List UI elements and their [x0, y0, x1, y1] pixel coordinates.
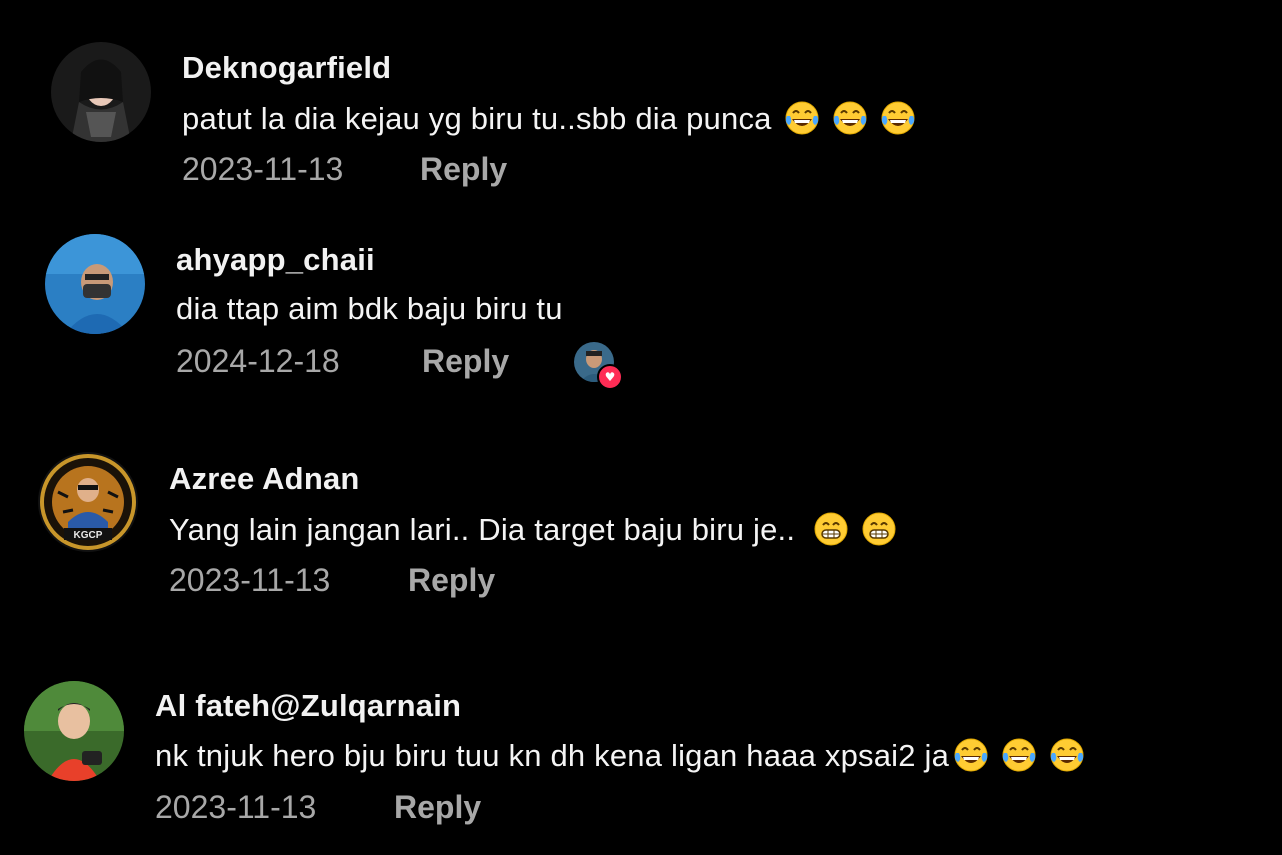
tears-of-joy-icon	[953, 737, 989, 773]
comment-date: 2024-12-18	[176, 343, 340, 379]
tears-of-joy-icon	[880, 100, 916, 136]
comment-date: 2023-11-13	[182, 151, 344, 187]
user-avatar[interactable]	[24, 681, 124, 781]
grinning-face-icon	[813, 511, 849, 547]
comment-text: nk tnjuk hero bju biru tuu kn dh kena li…	[155, 737, 1085, 774]
comment-username[interactable]: Al fateh@Zulqarnain	[155, 688, 461, 724]
user-avatar[interactable]: KGCP	[38, 452, 138, 552]
comment-text: Yang lain jangan lari.. Dia target baju …	[169, 511, 897, 548]
comment-date: 2023-11-13	[155, 789, 317, 825]
comment-text-content: nk tnjuk hero bju biru tuu kn dh kena li…	[155, 738, 950, 773]
grinning-face-icon	[861, 511, 897, 547]
tears-of-joy-icon	[784, 100, 820, 136]
heart-icon: ♥	[597, 364, 623, 390]
reply-button[interactable]: Reply	[394, 789, 481, 826]
user-avatar[interactable]	[51, 42, 151, 142]
comment-username[interactable]: Deknogarfield	[182, 50, 391, 86]
comment-text-content: dia ttap aim bdk baju biru tu	[176, 291, 563, 326]
comment-text: dia ttap aim bdk baju biru tu	[176, 291, 563, 327]
comment-username[interactable]: ahyapp_chaii	[176, 242, 375, 278]
comment-text-content: Yang lain jangan lari.. Dia target baju …	[169, 512, 796, 547]
tears-of-joy-icon	[1001, 737, 1037, 773]
reply-button[interactable]: Reply	[422, 343, 509, 380]
comment-username[interactable]: Azree Adnan	[169, 461, 360, 497]
comment-date: 2023-11-13	[169, 562, 331, 598]
tears-of-joy-icon	[832, 100, 868, 136]
comment-text: patut la dia kejau yg biru tu..sbb dia p…	[182, 100, 916, 137]
comment-text-content: patut la dia kejau yg biru tu..sbb dia p…	[182, 101, 772, 136]
svg-text:KGCP: KGCP	[74, 530, 103, 541]
user-avatar[interactable]	[45, 234, 145, 334]
reply-button[interactable]: Reply	[408, 562, 495, 599]
tears-of-joy-icon	[1049, 737, 1085, 773]
reply-button[interactable]: Reply	[420, 151, 507, 188]
